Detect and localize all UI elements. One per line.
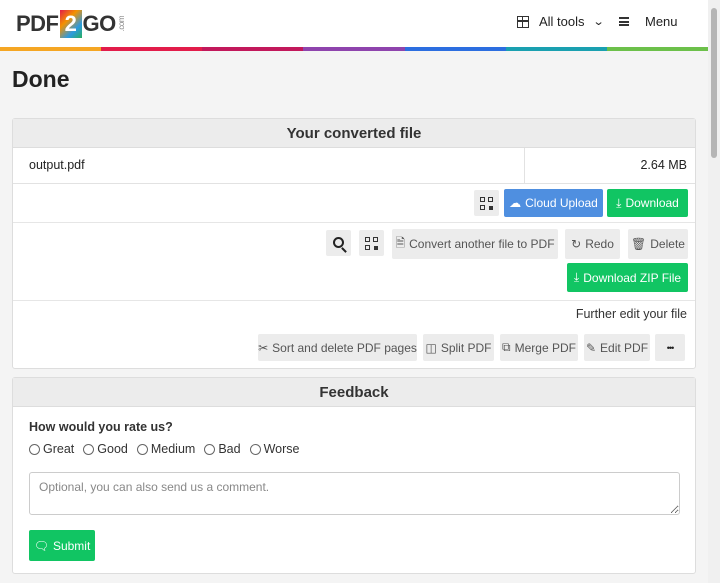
merge-pdf-label: Merge PDF	[514, 340, 576, 355]
edit-pdf-button[interactable]: ✎ Edit PDF	[584, 334, 650, 361]
download-icon: ⤓	[616, 195, 622, 210]
rating-label: Good	[97, 442, 128, 456]
logo-com: .com	[116, 16, 126, 32]
split-pdf-label: Split PDF	[440, 340, 492, 355]
radio-button[interactable]	[83, 443, 95, 455]
rating-medium[interactable]: Medium	[136, 442, 196, 456]
feedback-heading: Feedback	[13, 378, 695, 407]
menu-icon	[619, 17, 629, 26]
rating-question: How would you rate us?	[29, 420, 173, 434]
rainbow-seg	[505, 47, 607, 51]
menu-button[interactable]: Menu	[619, 14, 678, 29]
copy-icon: ⧉	[502, 340, 511, 354]
download-label: Download	[625, 196, 679, 210]
feedback-card: Feedback How would you rate us? Great Go…	[12, 377, 696, 574]
converted-file-card: Your converted file output.pdf 2.64 MB ☁…	[12, 118, 696, 369]
rating-great[interactable]: Great	[29, 442, 74, 456]
delete-label: Delete	[650, 237, 685, 251]
rating-worse[interactable]: Worse	[249, 442, 300, 456]
site-header: PDF 2 GO .com All tools ⌄ Menu	[0, 0, 708, 48]
redo-button[interactable]: ↻ Redo	[565, 229, 620, 259]
scissors-icon: ✂	[258, 340, 269, 355]
cloud-upload-label: Cloud Upload	[525, 196, 598, 210]
sort-delete-label: Sort and delete PDF pages	[272, 340, 417, 355]
file-name: output.pdf	[29, 158, 85, 172]
download-icon: ⤓	[573, 270, 580, 284]
redo-label: Redo	[585, 237, 614, 251]
search-icon	[333, 236, 344, 248]
further-edit-label: Further edit your file	[575, 307, 687, 321]
convert-another-button[interactable]: 🗎 Convert another file to PDF	[392, 229, 558, 259]
submit-button[interactable]: 🗨 Submit	[29, 530, 95, 561]
pdf2go-logo[interactable]: PDF 2 GO .com	[16, 9, 126, 39]
radio-button[interactable]	[249, 443, 261, 455]
merge-pdf-button[interactable]: ⧉ Merge PDF	[500, 334, 578, 361]
page-title: Done	[12, 66, 70, 92]
comment-icon: 🗨	[33, 538, 49, 553]
rainbow-bar	[0, 47, 708, 51]
cloud-upload-button[interactable]: ☁ Cloud Upload	[504, 189, 603, 217]
rating-label: Bad	[218, 442, 241, 456]
all-tools-dropdown[interactable]: All tools ⌄	[517, 14, 605, 29]
edit-pdf-label: Edit PDF	[600, 340, 649, 355]
comment-field[interactable]	[29, 472, 680, 515]
file-row: output.pdf 2.64 MB	[13, 148, 695, 184]
more-icon: •••	[666, 342, 675, 353]
qr-code-button[interactable]	[474, 190, 499, 216]
redo-icon: ↻	[571, 237, 582, 251]
rainbow-seg	[606, 47, 708, 51]
split-pdf-button[interactable]: ◫ Split PDF	[423, 334, 494, 361]
rating-label: Great	[43, 442, 75, 456]
download-zip-label: Download ZIP File	[583, 270, 682, 285]
radio-button[interactable]	[136, 443, 148, 455]
qr-code-icon	[480, 196, 493, 210]
rating-label: Medium	[150, 442, 196, 456]
menu-label: Menu	[645, 14, 678, 29]
preview-button[interactable]	[326, 230, 351, 256]
scrollbar-thumb[interactable]	[711, 8, 717, 158]
more-tools-button[interactable]: •••	[655, 334, 685, 361]
rainbow-seg	[202, 47, 304, 51]
rating-good[interactable]: Good	[83, 442, 128, 456]
download-button[interactable]: ⤓ Download	[607, 189, 688, 217]
qr-code-button-2[interactable]	[359, 230, 384, 256]
rating-options: Great Good Medium Bad Worse	[29, 442, 308, 456]
file-size: 2.64 MB	[640, 158, 687, 172]
logo-two: 2	[59, 10, 82, 38]
file-row-divider	[524, 148, 525, 183]
download-zip-button[interactable]: ⤓ Download ZIP File	[567, 263, 688, 292]
convert-another-label: Convert another file to PDF	[409, 237, 555, 251]
split-icon: ◫	[425, 340, 437, 355]
radio-button[interactable]	[204, 443, 216, 455]
file-icon: 🗎	[395, 235, 406, 250]
rainbow-seg	[101, 47, 203, 51]
converted-file-heading: Your converted file	[13, 119, 695, 148]
grid-icon	[517, 15, 529, 28]
rating-bad[interactable]: Bad	[204, 442, 241, 456]
section-divider	[13, 222, 695, 223]
chevron-down-icon: ⌄	[592, 16, 605, 28]
edit-icon: ✎	[585, 340, 597, 355]
all-tools-label: All tools	[539, 14, 585, 29]
rating-label: Worse	[263, 442, 300, 456]
radio-button[interactable]	[29, 443, 40, 455]
logo-go: GO	[82, 11, 117, 36]
logo-pdf: PDF	[16, 11, 59, 36]
sort-delete-pages-button[interactable]: ✂ Sort and delete PDF pages	[258, 334, 417, 361]
cloud-upload-icon: ☁	[509, 196, 522, 210]
submit-label: Submit	[52, 538, 91, 553]
page-scrollbar[interactable]	[708, 0, 720, 583]
rainbow-seg	[404, 47, 506, 51]
qr-code-icon	[365, 236, 378, 250]
rainbow-seg	[303, 47, 405, 51]
delete-button[interactable]: 🗑 Delete	[628, 229, 688, 259]
trash-icon: 🗑	[631, 237, 647, 251]
rainbow-seg	[0, 47, 102, 51]
section-divider	[13, 300, 695, 301]
